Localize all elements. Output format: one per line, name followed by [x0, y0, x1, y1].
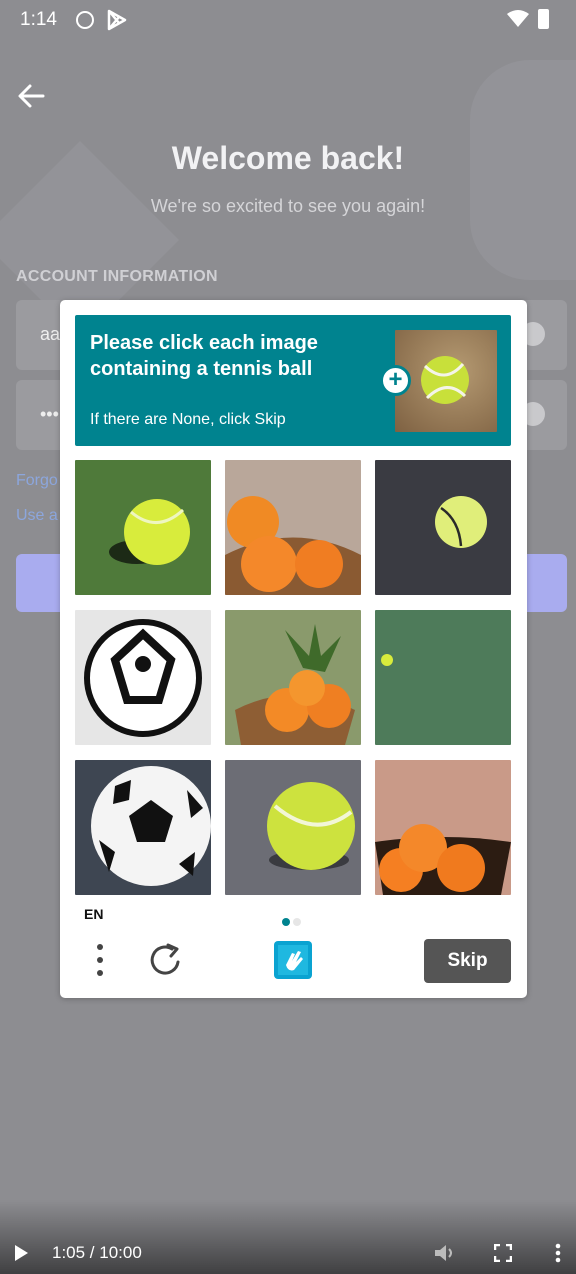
- play-icon[interactable]: [15, 1245, 28, 1261]
- menu-dots-icon[interactable]: [92, 942, 108, 978]
- back-arrow-icon[interactable]: [17, 82, 45, 110]
- prompt-subtitle: If there are None, click Skip: [90, 411, 286, 428]
- more-options-icon[interactable]: [555, 1243, 561, 1263]
- password-value: •••: [40, 404, 59, 424]
- page-dot-inactive: [293, 918, 301, 926]
- tile-soccer-ball[interactable]: [75, 760, 211, 895]
- status-time: 1:14: [20, 9, 57, 30]
- page-dot-active: [282, 918, 290, 926]
- tile-tennis-ball-on-grass[interactable]: [75, 460, 211, 595]
- page-indicator: [282, 913, 304, 931]
- tile-oranges-in-bowl[interactable]: [375, 760, 511, 895]
- notification-icon: [76, 11, 94, 29]
- page-subtitle: We're so excited to see you again!: [150, 196, 426, 216]
- battery-icon: [538, 9, 549, 29]
- section-label: ACCOUNT INFORMATION: [16, 268, 218, 285]
- video-controls: 1:05 / 10:00: [0, 1200, 576, 1274]
- hcaptcha-logo-icon: [274, 941, 312, 979]
- tile-black-white-ball[interactable]: [75, 610, 211, 745]
- plus-icon[interactable]: +: [380, 365, 411, 396]
- forgot-password-link[interactable]: Forgo: [16, 472, 58, 490]
- username-value: aa: [40, 324, 61, 344]
- skip-button[interactable]: Skip: [424, 939, 511, 983]
- tile-tennis-ball-dark-background[interactable]: [375, 460, 511, 595]
- wifi-icon: [507, 10, 529, 27]
- tile-tennis-ball-gray-surface[interactable]: [225, 760, 361, 895]
- captcha-dialog: Please click each image containing a ten…: [60, 300, 527, 998]
- captcha-prompt: Please click each image containing a ten…: [75, 315, 511, 446]
- tile-oranges-with-pineapple[interactable]: [225, 610, 361, 745]
- image-grid: [75, 460, 511, 896]
- status-bar: 1:14: [0, 0, 576, 40]
- prompt-title: Please click each image containing a ten…: [90, 332, 318, 380]
- page-title: Welcome back!: [171, 140, 405, 176]
- fullscreen-icon[interactable]: [494, 1244, 512, 1262]
- refresh-icon[interactable]: [148, 942, 184, 978]
- language-selector[interactable]: EN: [84, 906, 103, 922]
- video-time: 1:05 / 10:00: [52, 1243, 142, 1262]
- tile-small-tennis-ball-green[interactable]: [375, 610, 511, 745]
- tile-oranges-in-basket[interactable]: [225, 460, 361, 595]
- password-manager-link[interactable]: Use a: [16, 507, 58, 525]
- play-store-icon: [107, 9, 127, 31]
- volume-icon[interactable]: [434, 1244, 456, 1262]
